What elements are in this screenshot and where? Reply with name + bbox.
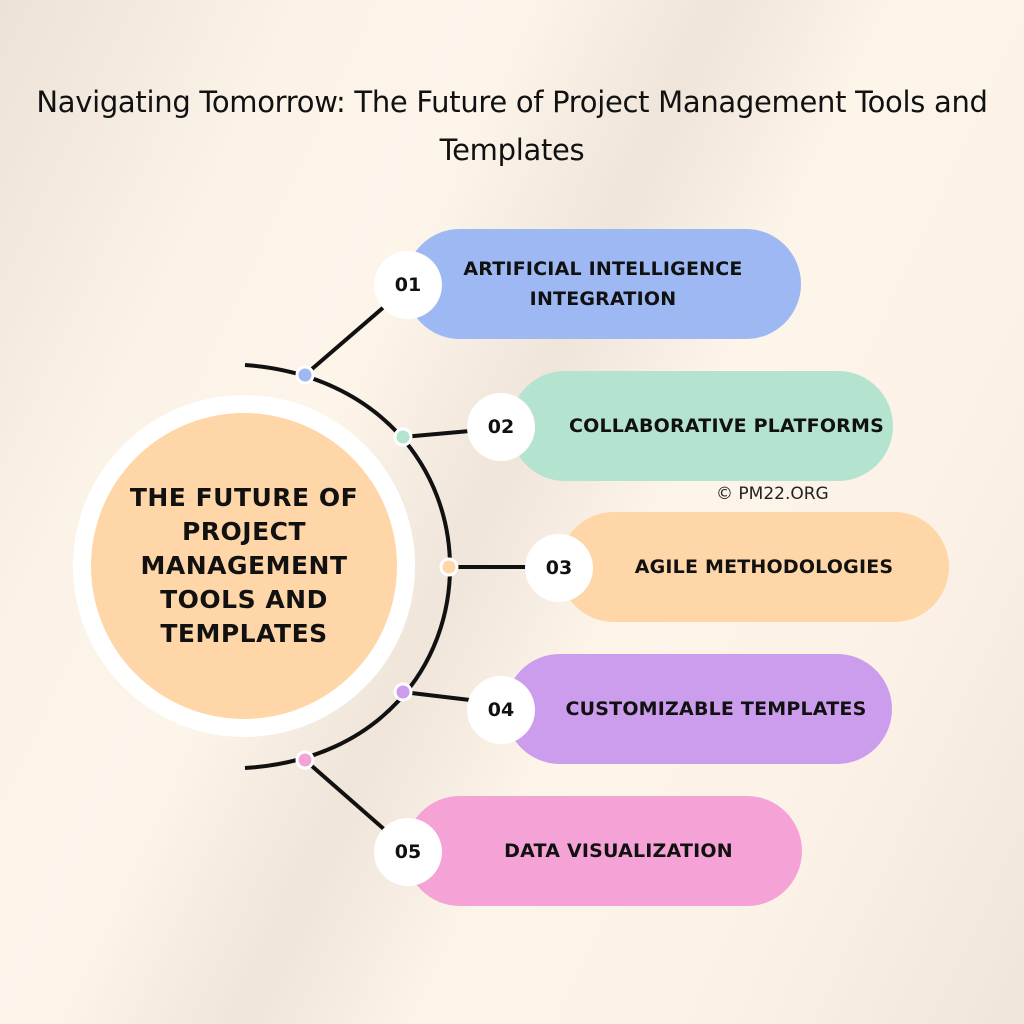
item-label-04: CUSTOMIZABLE TEMPLATES (565, 698, 867, 720)
connector-02 (402, 429, 471, 439)
item-pill-04: CUSTOMIZABLE TEMPLATES (505, 654, 892, 764)
item-number-05: 05 (374, 818, 442, 886)
item-label-05: DATA VISUALIZATION (504, 840, 733, 862)
item-pill-01: ARTIFICIAL INTELLIGENCE INTEGRATION (405, 229, 801, 339)
item-number-04: 04 (467, 676, 535, 744)
node-dot-05 (295, 750, 315, 770)
item-label-01: ARTIFICIAL INTELLIGENCE INTEGRATION (463, 258, 743, 310)
node-dot-04 (393, 682, 413, 702)
node-dot-03 (439, 557, 459, 577)
connector-04 (402, 690, 471, 702)
node-dot-02 (393, 427, 413, 447)
item-pill-03: AGILE METHODOLOGIES (559, 512, 949, 622)
item-pill-05: DATA VISUALIZATION (405, 796, 802, 906)
copyright-watermark: © PM22.ORG (716, 484, 829, 504)
item-label-03: AGILE METHODOLOGIES (634, 556, 894, 578)
item-number-03: 03 (525, 534, 593, 602)
item-number-01: 01 (374, 251, 442, 319)
item-label-02: COLLABORATIVE PLATFORMS (568, 415, 884, 437)
item-pill-02: COLLABORATIVE PLATFORMS (510, 371, 893, 481)
hub-label: THE FUTURE OF PROJECT MANAGEMENT TOOLS A… (129, 483, 359, 648)
node-dot-01 (295, 365, 315, 385)
connector-01 (303, 304, 387, 377)
connector-05 (303, 758, 387, 832)
item-number-02: 02 (467, 393, 535, 461)
hub-circle: THE FUTURE OF PROJECT MANAGEMENT TOOLS A… (91, 413, 397, 719)
